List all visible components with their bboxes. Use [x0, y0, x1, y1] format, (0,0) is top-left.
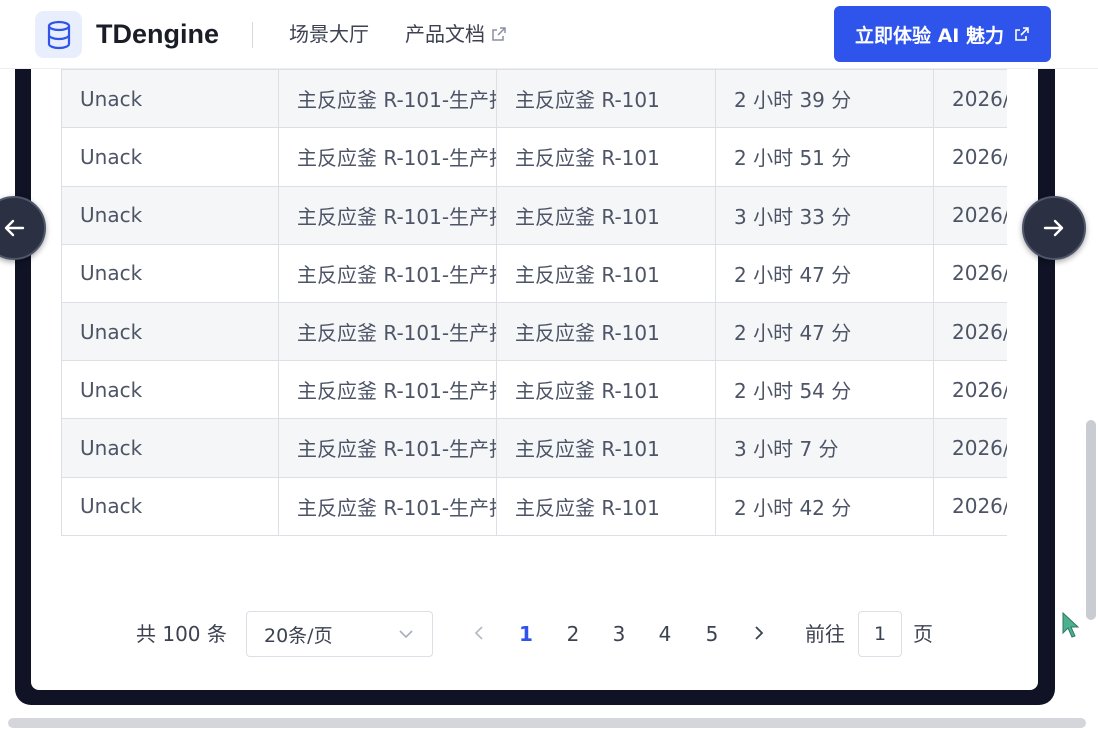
- table-row[interactable]: Unack 主反应釜 R-101-生产批 主反应釜 R-101 2 小时 54 分 20…: [61, 361, 1007, 420]
- alarm-name-cell: 主反应釜 R-101-生产批: [279, 361, 497, 420]
- goto-suffix: 页: [913, 622, 933, 646]
- status-cell: Unack: [61, 128, 279, 187]
- alarm-name-cell: 主反应釜 R-101-生产批: [279, 244, 497, 303]
- page-root: Unack主反应釜 R-101-生产批主反应釜 R-1012 小时 52 分20…: [0, 0, 1098, 730]
- time-cell: 2026/: [934, 70, 1007, 129]
- carousel-next-button[interactable]: [1022, 196, 1086, 260]
- page-size-select[interactable]: 20条/页: [246, 611, 433, 657]
- duration-cell: 2 小时 47 分: [716, 244, 934, 303]
- device-cell: 主反应釜 R-101: [497, 70, 716, 129]
- alarm-name-cell: 主反应釜 R-101-生产批: [279, 186, 497, 245]
- page-horizontal-scrollbar[interactable]: [8, 718, 1086, 728]
- pagination: 共 100 条 20条/页 1 2 3 4 5 前往 1 页: [31, 610, 1038, 658]
- try-ai-label: 立即体验 AI 魅力: [854, 24, 1004, 47]
- page-1-button[interactable]: 1: [509, 610, 543, 658]
- alarm-name-cell: 主反应釜 R-101-生产批: [279, 302, 497, 362]
- total-count: 共 100 条: [136, 622, 227, 646]
- mouse-cursor-icon: [1062, 612, 1080, 638]
- chevron-down-icon: [399, 630, 413, 639]
- goto-label: 前往: [805, 622, 845, 646]
- top-nav-bar: TDengine 场景大厅 产品文档 立即体验 AI 魅力: [0, 0, 1098, 69]
- device-cell: 主反应釜 R-101: [497, 302, 716, 362]
- status-cell: Unack: [61, 419, 279, 478]
- page-4-button[interactable]: 4: [648, 610, 682, 658]
- brand-name[interactable]: TDengine: [96, 0, 219, 69]
- arrow-left-icon: [4, 219, 25, 237]
- status-cell: Unack: [61, 361, 279, 420]
- nav-link-scenarios[interactable]: 场景大厅: [289, 0, 369, 69]
- device-cell: 主反应釜 R-101: [497, 419, 716, 478]
- page-5-button[interactable]: 5: [695, 610, 729, 658]
- nav-link-docs-label: 产品文档: [405, 22, 485, 46]
- table-row[interactable]: Unack 主反应釜 R-101-生产批 主反应釜 R-101 2 小时 42 分 20…: [61, 477, 1007, 536]
- time-cell: 2026/: [934, 245, 1007, 303]
- time-cell: 2026/: [934, 478, 1007, 536]
- status-cell: Unack: [61, 70, 279, 129]
- table-row[interactable]: Unack 主反应釜 R-101-生产批 主反应釜 R-101 2 小时 47 分 20…: [61, 244, 1007, 303]
- table-row[interactable]: Unack 主反应釜 R-101-生产批 主反应釜 R-101 2 小时 39 分 20…: [61, 70, 1007, 129]
- alarm-name-cell: 主反应釜 R-101-生产批: [279, 70, 497, 129]
- alarm-table: Unack主反应釜 R-101-生产批主反应釜 R-1012 小时 52 分20…: [61, 40, 1007, 536]
- header-divider: [252, 22, 253, 48]
- device-cell: 主反应釜 R-101: [497, 477, 716, 536]
- time-cell: 2026/: [934, 419, 1007, 478]
- duration-cell: 2 小时 42 分: [716, 477, 934, 536]
- time-cell: 2026/: [934, 187, 1007, 245]
- status-cell: Unack: [61, 186, 279, 245]
- status-cell: Unack: [61, 302, 279, 362]
- page-2-button[interactable]: 2: [556, 610, 590, 658]
- duration-cell: 2 小时 54 分: [716, 361, 934, 420]
- table-row[interactable]: Unack 主反应釜 R-101-生产批 主反应釜 R-101 2 小时 47 分 20…: [61, 302, 1007, 362]
- arrow-right-icon: [1043, 219, 1064, 237]
- try-ai-button[interactable]: 立即体验 AI 魅力: [834, 6, 1051, 62]
- device-cell: 主反应釜 R-101: [497, 361, 716, 420]
- nav-link-docs[interactable]: 产品文档: [405, 0, 507, 69]
- time-cell: 2026/: [934, 128, 1007, 187]
- duration-cell: 2 小时 47 分: [716, 302, 934, 362]
- time-cell: 2026/: [934, 361, 1007, 420]
- external-link-icon: [492, 26, 506, 41]
- alarm-name-cell: 主反应釜 R-101-生产批: [279, 477, 497, 536]
- external-link-icon: [1015, 27, 1029, 41]
- duration-cell: 3 小时 7 分: [716, 419, 934, 478]
- table-row[interactable]: Unack 主反应釜 R-101-生产批 主反应釜 R-101 2 小时 51 分 20…: [61, 128, 1007, 187]
- page-size-value: 20条/页: [264, 624, 333, 647]
- time-cell: 2026/: [934, 303, 1007, 362]
- table-viewport[interactable]: Unack主反应釜 R-101-生产批主反应釜 R-1012 小时 52 分20…: [61, 40, 1007, 570]
- goto-page-input[interactable]: 1: [858, 611, 902, 657]
- status-cell: Unack: [61, 477, 279, 536]
- table-row[interactable]: Unack 主反应釜 R-101-生产批 主反应釜 R-101 3 小时 33 分 20…: [61, 186, 1007, 245]
- prev-page-button[interactable]: [468, 622, 490, 644]
- preview-screen: Unack主反应釜 R-101-生产批主反应釜 R-1012 小时 52 分20…: [31, 40, 1038, 690]
- duration-cell: 2 小时 39 分: [716, 70, 934, 129]
- table-row[interactable]: Unack 主反应釜 R-101-生产批 主反应釜 R-101 3 小时 7 分 202…: [61, 419, 1007, 478]
- duration-cell: 3 小时 33 分: [716, 186, 934, 245]
- duration-cell: 2 小时 51 分: [716, 128, 934, 187]
- page-vertical-scrollbar[interactable]: [1086, 420, 1096, 620]
- status-cell: Unack: [61, 244, 279, 303]
- next-page-button[interactable]: [748, 622, 770, 644]
- page-3-button[interactable]: 3: [602, 610, 636, 658]
- device-cell: 主反应釜 R-101: [497, 186, 716, 245]
- alarm-name-cell: 主反应釜 R-101-生产批: [279, 128, 497, 187]
- alarm-name-cell: 主反应釜 R-101-生产批: [279, 419, 497, 478]
- device-cell: 主反应釜 R-101: [497, 244, 716, 303]
- database-icon: [47, 20, 70, 49]
- logo[interactable]: [35, 11, 82, 58]
- device-cell: 主反应釜 R-101: [497, 128, 716, 187]
